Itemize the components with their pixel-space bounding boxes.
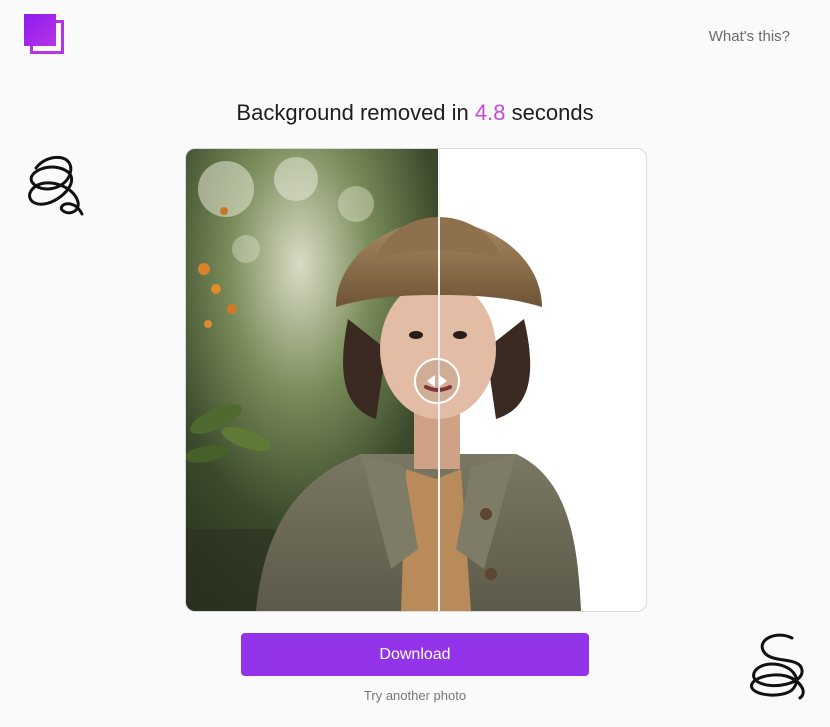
headline-seconds: 4.8 (474, 100, 506, 125)
decorative-scribble (28, 155, 84, 216)
compare-arrows-icon (427, 375, 447, 387)
app-logo-icon[interactable] (24, 14, 66, 56)
try-another-photo-link[interactable]: Try another photo (0, 688, 830, 703)
page-title: Background removed in 4.8 seconds (0, 100, 830, 126)
before-after-comparison[interactable] (185, 148, 647, 612)
whats-this-link[interactable]: What's this? (709, 28, 790, 45)
headline-prefix: Background removed in (236, 100, 469, 125)
comparison-slider-handle[interactable] (414, 358, 460, 404)
download-button[interactable]: Download (241, 633, 589, 676)
headline-suffix: seconds (511, 100, 594, 125)
logo-front-square (24, 14, 56, 46)
